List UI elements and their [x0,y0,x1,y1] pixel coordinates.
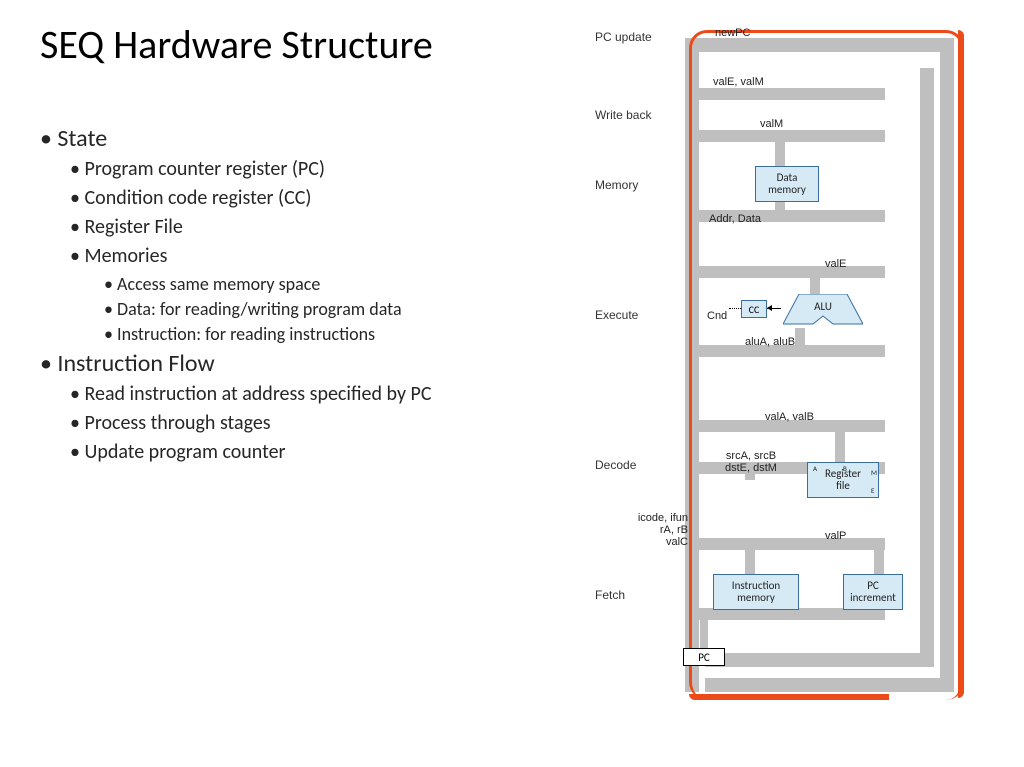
bullet-if1: Read instruction at address specified by… [84,382,560,407]
sig-vala-valb: valA, valB [765,411,814,423]
bullet-rf: Register File [84,215,560,240]
page-title: SEQ Hardware Structure [40,20,433,69]
bullet-if2: Process through stages [84,411,560,436]
bullet-pc: Program counter register (PC) [84,157,560,182]
block-alu: ALU [783,294,863,328]
port-m: M [871,468,877,477]
sig-valp: valP [825,530,846,542]
sig-vale: valE [825,258,846,270]
bullet-mem1: Access same memory space [118,273,560,295]
block-instruction-memory: Instruction memory [713,574,799,610]
block-pc: PC [683,648,725,666]
sig-vale-valm: valE, valM [713,76,764,88]
port-a: A [813,464,817,473]
seq-diagram: PC update Write back Memory Execute Deco… [585,18,1005,738]
bullet-state: State [54,124,560,153]
sig-icode: icode, ifun rA, rB valC [620,512,688,548]
bullet-mem: Memories [84,244,560,269]
bullet-if3: Update program counter [84,440,560,465]
sig-newpc: newPC [715,27,750,39]
sig-alu-ab: aluA, aluB [745,336,795,348]
stage-execute: Execute [595,308,638,322]
bullet-mem2: Data: for reading/writing program data [118,298,560,320]
stage-decode: Decode [595,458,636,472]
sig-valm: valM [760,118,783,130]
sig-addr-data: Addr, Data [709,213,761,225]
block-pc-increment: PC increment [843,574,903,610]
block-data-memory: Data memory [755,166,819,202]
port-b: B [843,464,847,473]
content-text: State Program counter register (PC) Cond… [40,120,560,469]
bullet-mem3: Instruction: for reading instructions [118,323,560,345]
stage-writeback: Write back [595,108,651,122]
port-e: E [871,486,874,495]
stage-pcupdate: PC update [595,30,652,44]
bullet-iflow: Instruction Flow [54,349,560,378]
sig-cnd: Cnd [707,310,727,322]
stage-fetch: Fetch [595,588,625,602]
svg-text:ALU: ALU [814,300,832,313]
stage-memory: Memory [595,178,638,192]
bullet-cc: Condition code register (CC) [84,186,560,211]
block-cc: CC [741,300,767,318]
sig-srcdst: srcA, srcB dstE, dstM [725,450,777,474]
